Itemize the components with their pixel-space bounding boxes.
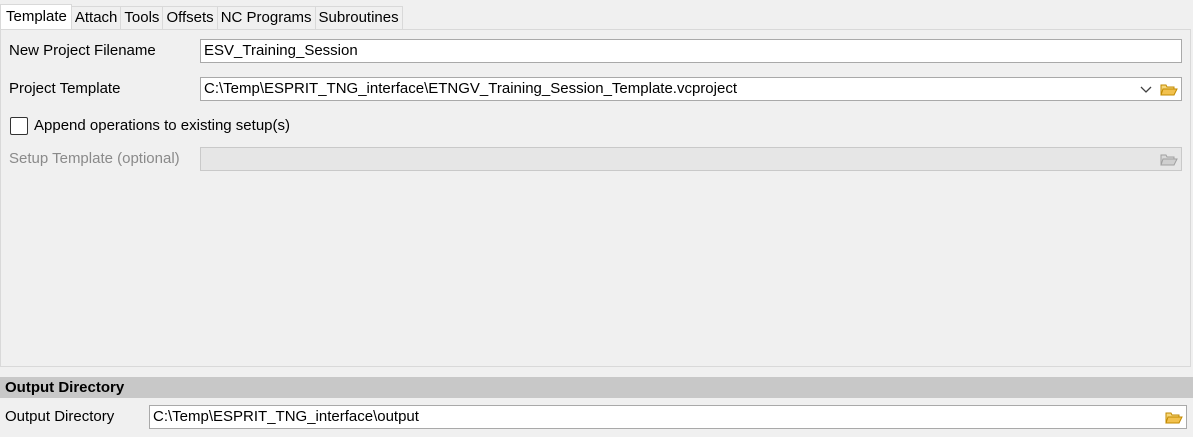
new-project-filename-label: New Project Filename xyxy=(9,42,156,59)
output-directory-section-header: Output Directory xyxy=(0,377,1193,398)
setup-template-field xyxy=(200,147,1182,171)
project-template-row: Project Template C:\Temp\ESPRIT_TNG_inte… xyxy=(1,76,1190,102)
setup-template-row: Setup Template (optional) xyxy=(1,146,1190,172)
tab-template[interactable]: Template xyxy=(0,4,72,29)
append-operations-checkbox[interactable] xyxy=(10,117,28,135)
folder-open-icon xyxy=(1165,412,1183,423)
setup-template-label: Setup Template (optional) xyxy=(9,150,180,167)
tab-attach[interactable]: Attach xyxy=(70,6,122,29)
output-directory-input[interactable] xyxy=(150,406,1160,428)
new-project-filename-input[interactable] xyxy=(201,40,1181,62)
output-directory-label: Output Directory xyxy=(5,408,115,425)
project-template-combobox[interactable]: C:\Temp\ESPRIT_TNG_interface\ETNGV_Train… xyxy=(200,77,1182,101)
tab-tools[interactable]: Tools xyxy=(120,6,164,29)
project-template-label: Project Template xyxy=(9,80,121,97)
append-operations-row: Append operations to existing setup(s) xyxy=(1,113,1190,139)
window: Template Attach Tools Offsets NC Program… xyxy=(0,0,1193,437)
chevron-down-icon[interactable] xyxy=(1139,81,1153,97)
new-project-filename-row: New Project Filename xyxy=(1,38,1190,64)
output-directory-browse-button[interactable] xyxy=(1164,407,1184,427)
folder-open-icon xyxy=(1160,84,1178,95)
tab-nc-programs[interactable]: NC Programs xyxy=(216,6,316,29)
tab-strip: Template Attach Tools Offsets NC Program… xyxy=(0,4,403,29)
append-operations-label[interactable]: Append operations to existing setup(s) xyxy=(34,113,290,139)
output-directory-row: Output Directory xyxy=(0,404,1193,430)
tab-subroutines[interactable]: Subroutines xyxy=(314,6,403,29)
tab-offsets[interactable]: Offsets xyxy=(162,6,218,29)
setup-template-browse-button xyxy=(1159,149,1179,169)
new-project-filename-field[interactable] xyxy=(200,39,1182,63)
template-panel: New Project Filename Project Template C:… xyxy=(0,29,1191,367)
folder-open-icon xyxy=(1160,154,1178,165)
output-directory-field[interactable] xyxy=(149,405,1187,429)
project-template-value: C:\Temp\ESPRIT_TNG_interface\ETNGV_Train… xyxy=(204,80,737,97)
project-template-browse-button[interactable] xyxy=(1159,79,1179,99)
